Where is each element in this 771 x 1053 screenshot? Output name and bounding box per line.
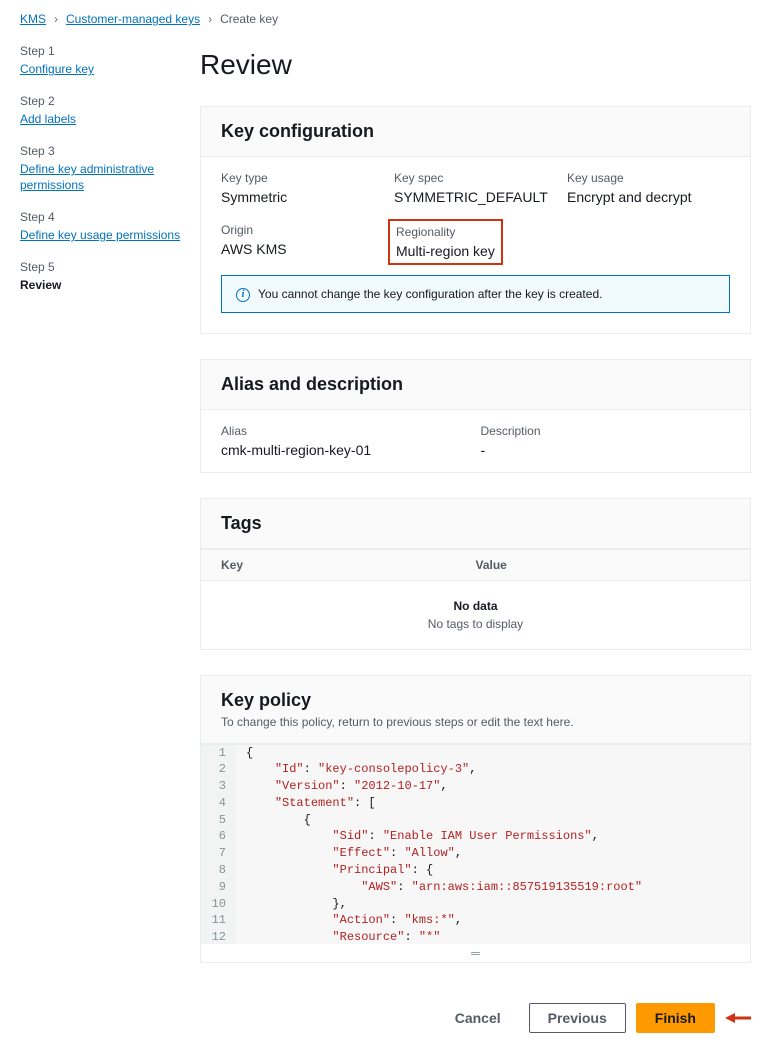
alert-text: You cannot change the key configuration … (258, 287, 602, 301)
arrow-left-icon (725, 1005, 751, 1031)
step-review-current: Review (20, 278, 61, 292)
step-label: Step 2 (20, 94, 200, 108)
label-key-type: Key type (221, 171, 384, 185)
step-add-labels[interactable]: Add labels (20, 112, 76, 126)
panel-heading: Key configuration (221, 121, 730, 142)
step-usage-permissions[interactable]: Define key usage permissions (20, 228, 180, 242)
panel-heading: Tags (221, 513, 730, 534)
step-label: Step 4 (20, 210, 200, 224)
finish-button[interactable]: Finish (636, 1003, 715, 1033)
panel-alias-description: Alias and description Alias cmk-multi-re… (200, 359, 751, 473)
step-admin-permissions[interactable]: Define key administrative permissions (20, 162, 154, 192)
breadcrumb-cmk[interactable]: Customer-managed keys (66, 12, 200, 26)
value-key-usage: Encrypt and decrypt (567, 189, 730, 205)
label-key-usage: Key usage (567, 171, 730, 185)
breadcrumb: KMS › Customer-managed keys › Create key (0, 0, 771, 34)
cancel-button[interactable]: Cancel (437, 1004, 519, 1032)
value-regionality: Multi-region key (396, 243, 495, 259)
highlight-regionality: Regionality Multi-region key (388, 219, 503, 265)
step-label: Step 3 (20, 144, 200, 158)
value-alias: cmk-multi-region-key-01 (221, 442, 471, 458)
value-origin: AWS KMS (221, 241, 384, 257)
label-alias: Alias (221, 424, 471, 438)
no-data-sub: No tags to display (219, 617, 732, 631)
value-key-type: Symmetric (221, 189, 384, 205)
step-configure-key[interactable]: Configure key (20, 62, 94, 76)
previous-button[interactable]: Previous (529, 1003, 626, 1033)
panel-heading: Key policy (221, 690, 730, 711)
col-value: Value (476, 558, 731, 572)
chevron-right-icon: › (54, 12, 58, 26)
page-title: Review (200, 49, 751, 81)
footer-actions: Cancel Previous Finish (0, 983, 771, 1053)
tags-empty: No data No tags to display (201, 581, 750, 649)
info-icon: i (236, 286, 250, 302)
chevron-right-icon: › (208, 12, 212, 26)
breadcrumb-current: Create key (220, 12, 278, 26)
step-label: Step 5 (20, 260, 200, 274)
value-description: - (481, 442, 731, 458)
breadcrumb-kms[interactable]: KMS (20, 12, 46, 26)
panel-key-policy: Key policy To change this policy, return… (200, 675, 751, 963)
value-key-spec: SYMMETRIC_DEFAULT (394, 189, 557, 205)
info-alert: i You cannot change the key configuratio… (221, 275, 730, 313)
panel-key-configuration: Key configuration Key type Symmetric Key… (200, 106, 751, 334)
label-key-spec: Key spec (394, 171, 557, 185)
step-label: Step 1 (20, 44, 200, 58)
label-origin: Origin (221, 223, 384, 237)
panel-heading: Alias and description (221, 374, 730, 395)
no-data-title: No data (219, 599, 732, 613)
col-key: Key (221, 558, 476, 572)
label-regionality: Regionality (396, 225, 495, 239)
policy-editor[interactable]: 1{2 "Id": "key-consolepolicy-3",3 "Versi… (201, 744, 750, 944)
label-description: Description (481, 424, 731, 438)
resize-handle-icon[interactable]: ═ (201, 944, 750, 962)
wizard-steps: Step 1 Configure key Step 2 Add labels S… (0, 34, 200, 983)
panel-subheading: To change this policy, return to previou… (221, 715, 730, 729)
panel-tags: Tags Key Value No data No tags to displa… (200, 498, 751, 650)
